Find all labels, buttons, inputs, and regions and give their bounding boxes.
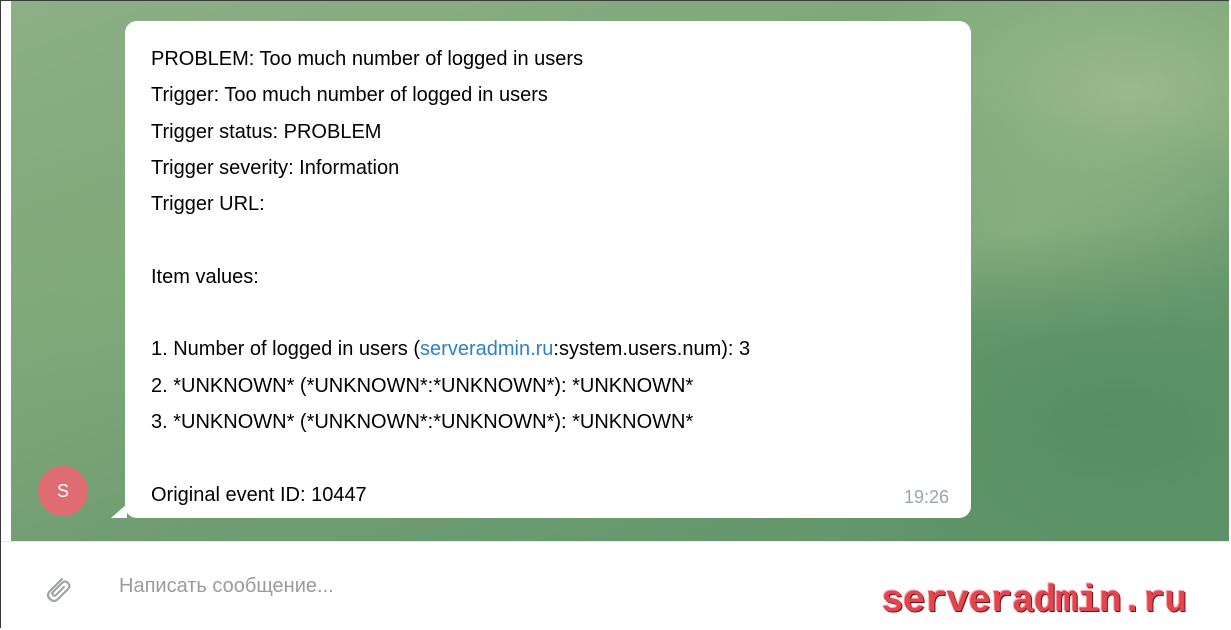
window-edge xyxy=(1,1,11,541)
message-line-item-1: 1. Number of logged in users (serveradmi… xyxy=(151,331,971,367)
chat-window: PROBLEM: Too much number of logged in us… xyxy=(0,0,1229,628)
message-bubble[interactable]: PROBLEM: Too much number of logged in us… xyxy=(125,21,971,518)
message-line-item-values: Item values: xyxy=(151,265,259,288)
message-composer: serveradmin.ru xyxy=(1,541,1229,628)
message-line-blank xyxy=(151,440,971,476)
message-line-trigger-status: Trigger status: PROBLEM xyxy=(151,120,382,143)
message-line-item-3: 3. *UNKNOWN* (*UNKNOWN*:*UNKNOWN*): *UNK… xyxy=(151,410,694,433)
message-line-blank xyxy=(151,222,971,258)
item-1-suffix: :system.users.num): 3 xyxy=(553,338,751,361)
message-line-item-2: 2. *UNKNOWN* (*UNKNOWN*:*UNKNOWN*): *UNK… xyxy=(151,374,694,397)
message-time: 19:26 xyxy=(903,487,949,507)
item-1-prefix: 1. Number of logged in users ( xyxy=(151,338,421,361)
message-line-trigger-url: Trigger URL: xyxy=(151,193,265,216)
message-input[interactable] xyxy=(119,568,819,604)
host-link[interactable]: serveradmin.ru xyxy=(420,338,553,360)
message-line-trigger-severity: Trigger severity: Information xyxy=(151,156,400,179)
message-line-event-id: Original event ID: 10447 xyxy=(151,483,367,506)
sender-avatar[interactable]: S xyxy=(38,466,88,516)
message-line-blank xyxy=(151,295,971,331)
watermark-logo: serveradmin.ru xyxy=(881,580,1187,623)
message-line-problem: PROBLEM: Too much number of logged in us… xyxy=(151,48,584,70)
message-line-trigger: Trigger: Too much number of logged in us… xyxy=(151,84,548,107)
paperclip-icon[interactable] xyxy=(39,570,75,606)
